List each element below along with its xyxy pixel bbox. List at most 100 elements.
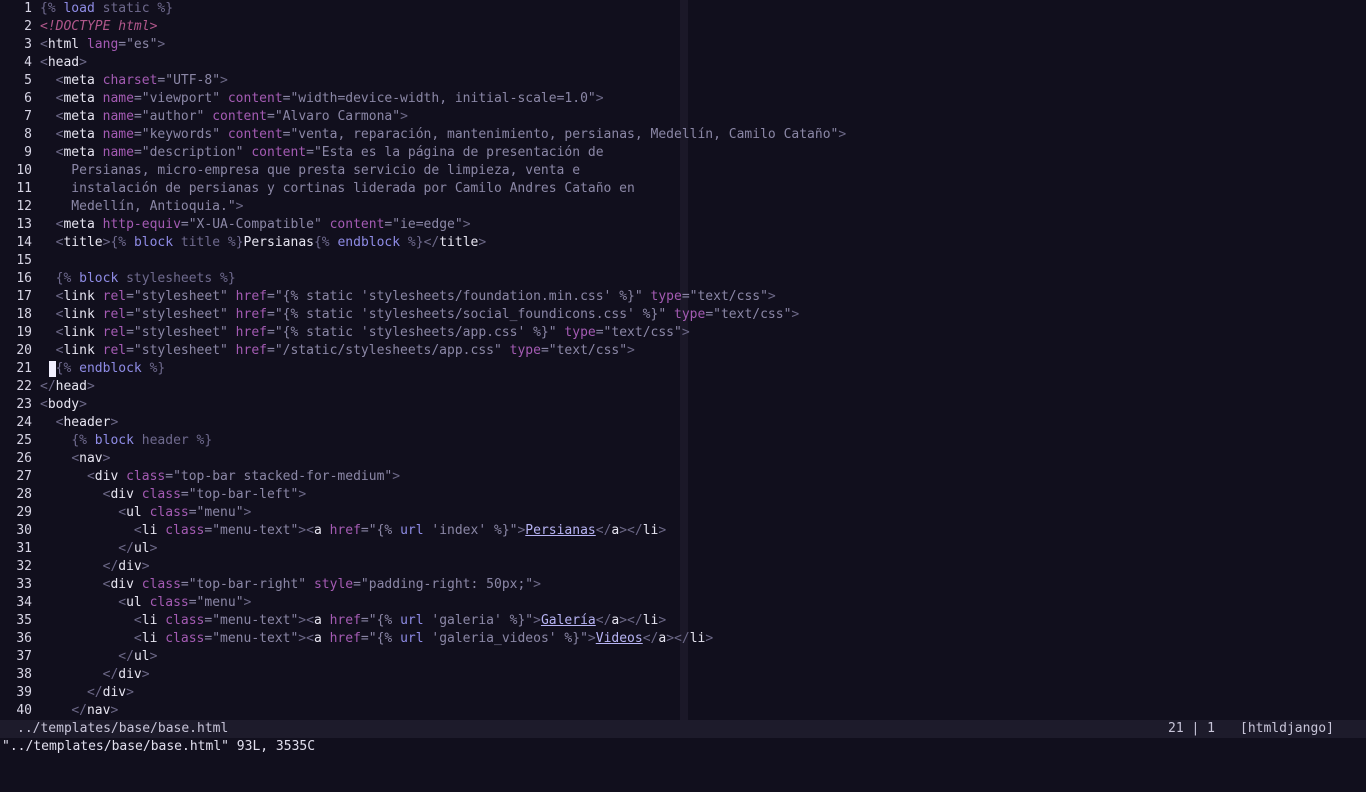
code-line[interactable]: 21 {% endblock %} — [0, 360, 1366, 378]
line-text: </ul> — [40, 648, 157, 666]
code-token: ul — [133, 541, 150, 556]
line-number: 32 — [16, 559, 32, 574]
code-line[interactable]: 29 <ul class="menu"> — [0, 504, 1366, 522]
code-token: > — [478, 235, 487, 250]
code-token: style — [306, 577, 354, 592]
code-line[interactable]: 10 Persianas, micro-empresa que presta s… — [0, 162, 1366, 180]
code-line[interactable]: 7 <meta name="author" content="Alvaro Ca… — [0, 108, 1366, 126]
code-token: name — [94, 91, 134, 106]
code-line[interactable]: 32 </div> — [0, 558, 1366, 576]
code-line[interactable]: 13 <meta http-equiv="X-UA-Compatible" co… — [0, 216, 1366, 234]
code-token: div — [110, 487, 134, 502]
code-line[interactable]: 27 <div class="top-bar stacked-for-mediu… — [0, 468, 1366, 486]
code-line[interactable]: 33 <div class="top-bar-right" style="pad… — [0, 576, 1366, 594]
code-line[interactable]: 1 {% load static %} — [0, 0, 1366, 18]
code-line[interactable]: 6 <meta name="viewport" content="width=d… — [0, 90, 1366, 108]
code-token: static %} — [94, 1, 174, 16]
code-token: 'galeria_videos' %}" — [423, 631, 588, 646]
code-token: >< — [298, 631, 314, 646]
command-line[interactable]: "../templates/base/base.html" 93L, 3535C — [0, 738, 1366, 756]
code-token: ="{% — [360, 523, 401, 538]
line-number: 3 — [24, 37, 32, 52]
code-token: </ — [118, 541, 134, 556]
editor-buffer[interactable]: 1 {% load static %} 2 <!DOCTYPE html> 3 <html… — [0, 0, 1366, 720]
code-token: class — [118, 469, 166, 484]
code-token: ="ie=edge" — [384, 217, 463, 232]
line-number: 4 — [24, 55, 32, 70]
code-line[interactable]: 19 <link rel="stylesheet" href="{% stati… — [0, 324, 1366, 342]
code-token: lang — [79, 37, 119, 52]
code-token: endblock — [337, 235, 401, 250]
link-text-token: Persianas — [525, 523, 596, 538]
code-token: name — [94, 127, 134, 142]
code-token: </ — [423, 235, 440, 250]
code-token: < — [133, 613, 142, 628]
code-line[interactable]: 37 </ul> — [0, 648, 1366, 666]
code-token: ="stylesheet" — [126, 325, 228, 340]
code-token: li — [689, 631, 706, 646]
code-token: > — [627, 343, 635, 358]
line-text: <link rel="stylesheet" href="{% static '… — [40, 306, 800, 324]
code-line[interactable]: 24 <header> — [0, 414, 1366, 432]
line-number: 23 — [16, 397, 32, 412]
code-line[interactable]: 2 <!DOCTYPE html> — [0, 18, 1366, 36]
code-token: block — [94, 433, 134, 448]
code-line[interactable]: 30 <li class="menu-text"><a href="{% url… — [0, 522, 1366, 540]
line-text: <link rel="stylesheet" href="{% static '… — [40, 324, 690, 342]
code-line[interactable]: 16 {% block stylesheets %} — [0, 270, 1366, 288]
code-token: ="menu" — [188, 595, 244, 610]
code-line[interactable]: 5 <meta charset="UTF-8"> — [0, 72, 1366, 90]
code-line[interactable]: 34 <ul class="menu"> — [0, 594, 1366, 612]
code-token: Persianas, micro-empresa que presta serv… — [40, 163, 581, 178]
code-line[interactable]: 14 <title>{% block title %}Persianas{% e… — [0, 234, 1366, 252]
code-line[interactable]: 20 <link rel="stylesheet" href="/static/… — [0, 342, 1366, 360]
code-line[interactable]: 26 <nav> — [0, 450, 1366, 468]
code-token: ="{% — [360, 613, 401, 628]
code-line[interactable]: 9 <meta name="description" content="Esta… — [0, 144, 1366, 162]
code-line[interactable]: 17 <link rel="stylesheet" href="{% stati… — [0, 288, 1366, 306]
code-token: < — [133, 631, 142, 646]
code-line[interactable]: 12 Medellín, Antioquia."> — [0, 198, 1366, 216]
code-token: > — [587, 631, 596, 646]
line-number: 21 — [16, 361, 32, 376]
code-line[interactable]: 25 {% block header %} — [0, 432, 1366, 450]
code-token: > — [595, 91, 604, 106]
code-line[interactable]: 4 <head> — [0, 54, 1366, 72]
code-token: div — [118, 667, 142, 682]
code-token: < — [40, 37, 48, 52]
code-token: li — [141, 631, 158, 646]
code-line[interactable]: 38 </div> — [0, 666, 1366, 684]
code-token: ="stylesheet" — [126, 343, 228, 358]
code-token: </ — [595, 613, 612, 628]
code-token: ="/static/stylesheets/app.css" — [267, 343, 502, 358]
code-line[interactable]: 40 </nav> — [0, 702, 1366, 720]
code-lines[interactable]: 1 {% load static %} 2 <!DOCTYPE html> 3 <html… — [0, 0, 1366, 720]
code-token: class — [133, 577, 181, 592]
code-line[interactable]: 8 <meta name="keywords" content="venta, … — [0, 126, 1366, 144]
code-token: class — [157, 613, 205, 628]
code-token: href — [321, 523, 361, 538]
code-token: ></ — [619, 613, 643, 628]
code-line[interactable]: 23 <body> — [0, 396, 1366, 414]
code-token: link — [63, 325, 95, 340]
code-line[interactable]: 28 <div class="top-bar-left"> — [0, 486, 1366, 504]
code-line[interactable]: 22 </head> — [0, 378, 1366, 396]
code-token: meta — [63, 127, 95, 142]
code-token: meta — [63, 109, 95, 124]
code-line[interactable]: 31 </ul> — [0, 540, 1366, 558]
code-line[interactable]: 36 <li class="menu-text"><a href="{% url… — [0, 630, 1366, 648]
code-line[interactable]: 11 instalación de persianas y cortinas l… — [0, 180, 1366, 198]
code-line[interactable]: 18 <link rel="stylesheet" href="{% stati… — [0, 306, 1366, 324]
line-number: 35 — [16, 613, 32, 628]
code-line[interactable]: 35 <li class="menu-text"><a href="{% url… — [0, 612, 1366, 630]
code-line[interactable]: 15 — [0, 252, 1366, 270]
code-line[interactable]: 39 </div> — [0, 684, 1366, 702]
line-number: 20 — [16, 343, 32, 358]
code-line[interactable]: 3 <html lang="es"> — [0, 36, 1366, 54]
